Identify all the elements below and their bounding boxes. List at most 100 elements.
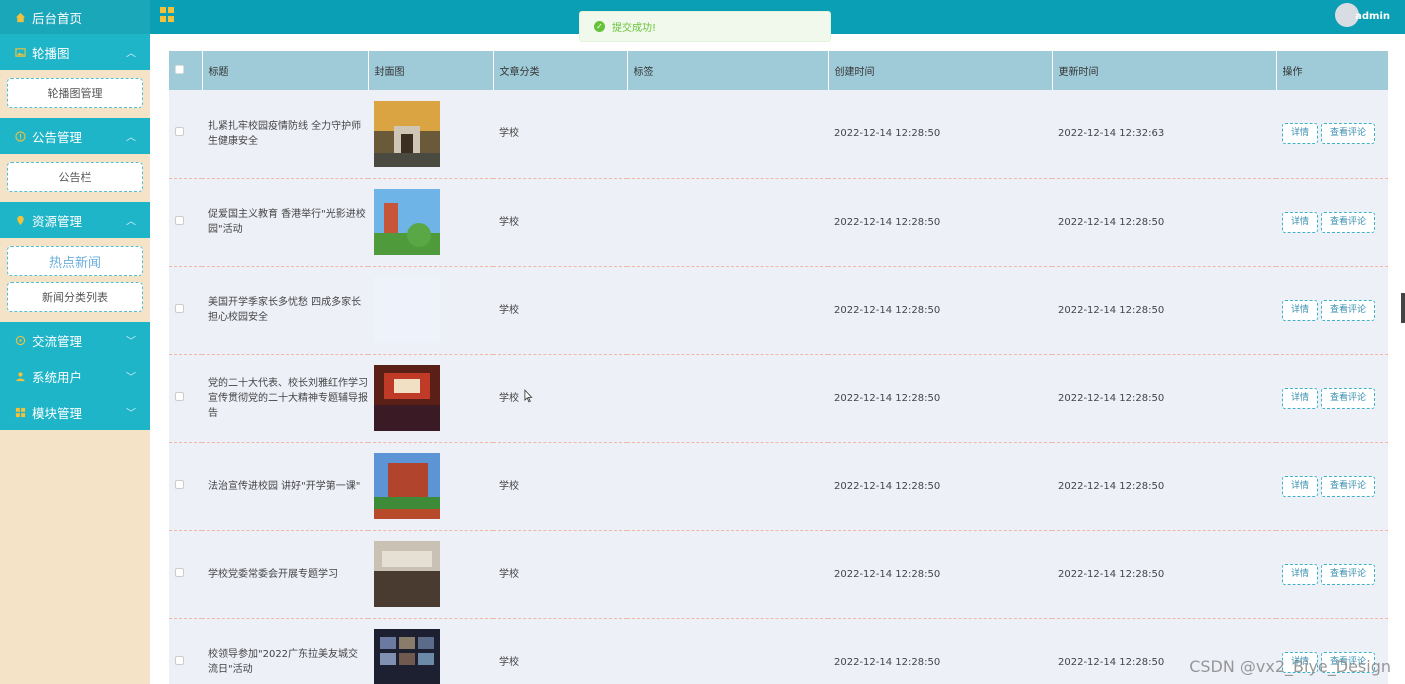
row-actions: 详情 查看评论 (1276, 354, 1388, 442)
sidebar-item-home[interactable]: 后台首页 (0, 0, 150, 34)
row-actions: 详情 查看评论 (1276, 442, 1388, 530)
row-checkbox[interactable] (175, 655, 184, 665)
row-tags (627, 354, 828, 442)
row-created: 2022-12-14 12:28:50 (834, 568, 941, 580)
row-checkbox[interactable] (175, 127, 184, 137)
submenu-announcement: 公告栏 (0, 154, 150, 202)
row-checkbox[interactable] (175, 215, 184, 225)
home-icon (14, 11, 26, 23)
detail-button[interactable]: 详情 (1282, 123, 1319, 145)
row-title: 学校党委常委会开展专题学习 (208, 568, 338, 580)
sidebar-group-modules[interactable]: 模块管理 ﹀ (0, 394, 150, 430)
submenu-carousel: 轮播图管理 (0, 70, 150, 118)
column-header[interactable]: 标题 (202, 51, 369, 90)
detail-button[interactable]: 详情 (1282, 211, 1319, 233)
location-pin-icon (14, 214, 26, 226)
cover-image (368, 90, 493, 178)
sidebar-item-carousel-manage[interactable]: 轮播图管理 (7, 78, 143, 108)
row-tags (627, 90, 828, 178)
row-title: 法治宣传进校园 讲好"开学第一课" (208, 480, 361, 492)
row-tags (627, 178, 828, 266)
row-updated: 2022-12-14 12:28:50 (1058, 480, 1165, 492)
row-checkbox[interactable] (175, 479, 184, 489)
username[interactable]: admin (1355, 11, 1390, 22)
chat-icon (14, 334, 26, 346)
detail-button[interactable]: 详情 (1282, 387, 1319, 409)
row-title: 校领导参加"2022广东拉美友城交流日"活动 (208, 649, 359, 675)
detail-button[interactable]: 详情 (1282, 475, 1319, 497)
sidebar-item-bulletin[interactable]: 公告栏 (7, 162, 143, 192)
column-header[interactable]: 文章分类 (493, 51, 628, 90)
sidebar-group-communication[interactable]: 交流管理 ﹀ (0, 322, 150, 358)
toast-message: 提交成功! (612, 23, 657, 34)
cover-image (368, 530, 493, 618)
row-title: 党的二十大代表、校长刘雅红作学习宣传贯彻党的二十大精神专题辅导报告 (208, 377, 368, 419)
menu-toggle-icon[interactable] (160, 7, 175, 22)
cover-image (368, 178, 493, 266)
user-icon (14, 370, 26, 382)
row-title: 促爱国主义教育 香港举行"光影进校园"活动 (208, 209, 366, 235)
info-icon (14, 130, 26, 142)
row-checkbox[interactable] (175, 567, 184, 577)
sidebar-group-label: 资源管理 (32, 213, 83, 229)
sidebar-group-resources[interactable]: 资源管理 ︿ (0, 202, 150, 238)
success-toast: ✓ 提交成功! (579, 11, 831, 42)
chevron-up-icon: ︿ (126, 132, 136, 144)
detail-button[interactable]: 详情 (1282, 563, 1319, 585)
row-created: 2022-12-14 12:28:50 (834, 392, 941, 404)
view-comments-button[interactable]: 查看评论 (1321, 123, 1376, 145)
row-category: 学校 (499, 216, 519, 228)
scrollbar[interactable] (1401, 293, 1405, 323)
row-actions: 详情 查看评论 (1276, 266, 1388, 354)
row-created: 2022-12-14 12:28:50 (834, 216, 941, 228)
row-created: 2022-12-14 12:28:50 (834, 128, 941, 140)
column-header[interactable]: 创建时间 (828, 51, 1053, 90)
table-row: 促爱国主义教育 香港举行"光影进校园"活动 学校 2022-12-14 12:2… (169, 178, 1388, 266)
view-comments-button[interactable]: 查看评论 (1321, 563, 1376, 585)
chevron-down-icon: ﹀ (126, 408, 136, 420)
table-row: 美国开学季家长多忧愁 四成多家长担心校园安全 学校 2022-12-14 12:… (169, 266, 1388, 354)
mouse-cursor-icon (524, 389, 533, 403)
watermark: CSDN @vx2_Biye_Design (1189, 657, 1391, 676)
sidebar-group-label: 轮播图 (32, 45, 70, 61)
news-table: 标题 封面图 文章分类 标签 创建时间 更新时间 操作 扎紧扎牢校园疫情防线 全… (169, 51, 1388, 684)
column-header[interactable]: 封面图 (368, 51, 494, 90)
row-tags (627, 618, 828, 684)
row-actions: 详情 查看评论 (1276, 178, 1388, 266)
sidebar-item-news-category[interactable]: 新闻分类列表 (7, 282, 143, 312)
sidebar-item-label: 后台首页 (32, 10, 83, 26)
chevron-down-icon: ﹀ (126, 336, 136, 348)
cover-image (368, 618, 493, 684)
sidebar-group-announcement[interactable]: 公告管理 ︿ (0, 118, 150, 154)
row-checkbox[interactable] (175, 303, 184, 313)
row-updated: 2022-12-14 12:32:63 (1058, 128, 1165, 140)
detail-button[interactable]: 详情 (1282, 299, 1319, 321)
sidebar-item-hot-news[interactable]: 热点新闻 (7, 246, 143, 276)
row-title: 扎紧扎牢校园疫情防线 全力守护师生健康安全 (208, 120, 362, 147)
row-category: 学校 (499, 568, 519, 580)
chevron-down-icon: ﹀ (126, 372, 136, 384)
row-category: 学校 (499, 656, 519, 668)
view-comments-button[interactable]: 查看评论 (1321, 299, 1376, 321)
column-header[interactable]: 更新时间 (1052, 51, 1277, 90)
table-row: 扎紧扎牢校园疫情防线 全力守护师生健康安全 学校 2022-12-14 12:2… (169, 90, 1388, 178)
row-tags (627, 530, 828, 618)
row-actions: 详情 查看评论 (1276, 90, 1388, 178)
cover-image (368, 442, 493, 530)
table-row: 党的二十大代表、校长刘雅红作学习宣传贯彻党的二十大精神专题辅导报告 学校 202… (169, 354, 1388, 442)
row-checkbox[interactable] (175, 391, 184, 401)
select-all-checkbox[interactable] (175, 64, 184, 74)
column-header[interactable]: 标签 (627, 51, 829, 90)
view-comments-button[interactable]: 查看评论 (1321, 475, 1376, 497)
row-category: 学校 (499, 304, 519, 316)
row-category: 学校 (499, 128, 519, 140)
sidebar-group-carousel[interactable]: 轮播图 ︿ (0, 34, 150, 70)
chevron-up-icon: ︿ (126, 216, 136, 228)
sidebar: 后台首页 轮播图 ︿ 轮播图管理 公告管理 ︿ 公告栏 资源管理 ︿ 热点新闻 … (0, 0, 150, 684)
view-comments-button[interactable]: 查看评论 (1321, 387, 1376, 409)
sidebar-group-label: 交流管理 (32, 333, 83, 349)
column-header: 操作 (1276, 51, 1388, 90)
sidebar-group-users[interactable]: 系统用户 ﹀ (0, 358, 150, 394)
row-updated: 2022-12-14 12:28:50 (1058, 568, 1165, 580)
view-comments-button[interactable]: 查看评论 (1321, 211, 1376, 233)
